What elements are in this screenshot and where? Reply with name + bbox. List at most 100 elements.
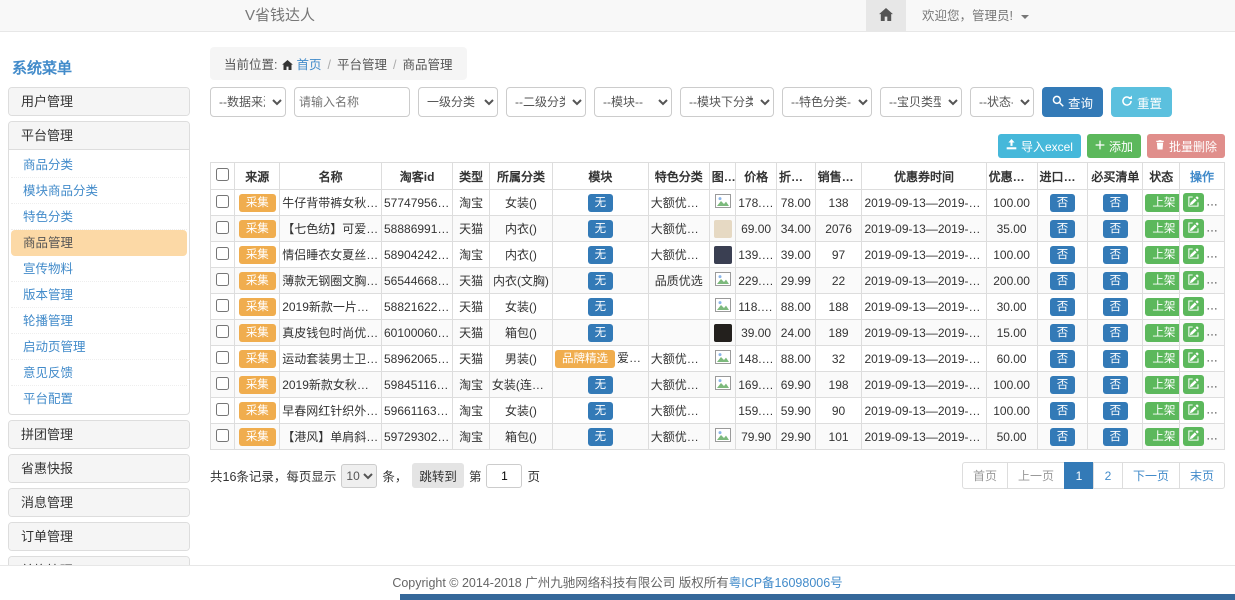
sidebar-item[interactable]: 版本管理 — [11, 282, 187, 308]
no-toggle-badge[interactable]: 否 — [1050, 428, 1076, 446]
name-input[interactable] — [294, 87, 410, 117]
edit-button[interactable] — [1183, 271, 1204, 290]
sidebar-group-header[interactable]: 消息管理 — [9, 489, 189, 516]
breadcrumb-home-link[interactable]: 首页 — [296, 58, 321, 72]
status-badge[interactable]: 上架 — [1145, 298, 1179, 316]
reset-button[interactable]: 重置 — [1111, 87, 1172, 117]
sidebar-item[interactable]: 平台配置 — [11, 386, 187, 412]
no-toggle-badge[interactable]: 否 — [1103, 324, 1129, 342]
status-badge[interactable]: 上架 — [1145, 350, 1179, 368]
row-checkbox[interactable] — [216, 195, 229, 208]
status-badge[interactable]: 上架 — [1145, 376, 1179, 394]
page-button[interactable]: 首页 — [962, 462, 1008, 489]
row-checkbox[interactable] — [216, 377, 229, 390]
sidebar-group-header[interactable]: 平台管理 — [9, 122, 189, 149]
page-button[interactable]: 2 — [1093, 462, 1123, 489]
no-toggle-badge[interactable]: 否 — [1050, 402, 1076, 420]
no-toggle-badge[interactable]: 否 — [1050, 220, 1076, 238]
no-toggle-badge[interactable]: 否 — [1050, 272, 1076, 290]
batch-delete-button[interactable]: 批量删除 — [1147, 134, 1225, 158]
sidebar-item[interactable]: 商品管理 — [11, 230, 187, 256]
column-header: 必买清单 — [1088, 163, 1143, 190]
no-toggle-badge[interactable]: 否 — [1103, 220, 1129, 238]
home-button[interactable] — [866, 0, 906, 32]
operations-cell — [1180, 190, 1225, 216]
page-button[interactable]: 下一页 — [1122, 462, 1180, 489]
no-toggle-badge[interactable]: 否 — [1050, 194, 1076, 212]
no-toggle-badge[interactable]: 否 — [1103, 298, 1129, 316]
status-badge[interactable]: 上架 — [1145, 194, 1179, 212]
module-subcategory-select[interactable]: --模块下分类-- — [680, 87, 774, 117]
no-toggle-badge[interactable]: 否 — [1103, 272, 1129, 290]
level1-category-select[interactable]: 一级分类 — [418, 87, 498, 117]
edit-button[interactable] — [1183, 297, 1204, 316]
feature-category-select[interactable]: --特色分类-- — [782, 87, 872, 117]
icp-link[interactable]: 粤ICP备16098006号 — [729, 576, 843, 590]
status-badge[interactable]: 上架 — [1145, 272, 1179, 290]
sidebar-item[interactable]: 宣传物料 — [11, 256, 187, 282]
no-toggle-badge[interactable]: 否 — [1050, 298, 1076, 316]
status-badge[interactable]: 上架 — [1145, 246, 1179, 264]
edit-button[interactable] — [1183, 375, 1204, 394]
page-size-select[interactable]: 10 — [341, 464, 377, 488]
no-toggle-badge[interactable]: 否 — [1103, 350, 1129, 368]
sidebar-item[interactable]: 意见反馈 — [11, 360, 187, 386]
module-select[interactable]: --模块-- — [594, 87, 672, 117]
sidebar-group-header[interactable]: 省惠快报 — [9, 455, 189, 482]
source-cell: 采集 — [235, 294, 280, 320]
no-toggle-badge[interactable]: 否 — [1103, 194, 1129, 212]
user-menu[interactable]: 欢迎您，管理员! — [922, 0, 1029, 32]
no-toggle-badge[interactable]: 否 — [1103, 246, 1129, 264]
icon-cell — [709, 346, 735, 372]
row-checkbox[interactable] — [216, 403, 229, 416]
no-toggle-badge[interactable]: 否 — [1050, 376, 1076, 394]
sidebar-item[interactable]: 商品分类 — [11, 152, 187, 178]
row-checkbox[interactable] — [216, 221, 229, 234]
item-type-select[interactable]: --宝贝类型-- — [880, 87, 962, 117]
no-toggle-badge[interactable]: 否 — [1103, 428, 1129, 446]
edit-button[interactable] — [1183, 349, 1204, 368]
select-all-checkbox[interactable] — [216, 168, 229, 181]
sidebar-item[interactable]: 模块商品分类 — [11, 178, 187, 204]
jump-page-input[interactable] — [486, 464, 522, 488]
edit-button[interactable] — [1183, 323, 1204, 342]
sidebar-item[interactable]: 特色分类 — [11, 204, 187, 230]
page-button[interactable]: 1 — [1064, 462, 1094, 489]
no-toggle-badge[interactable]: 否 — [1103, 376, 1129, 394]
edit-button[interactable] — [1183, 401, 1204, 420]
sidebar-group-header[interactable]: 订单管理 — [9, 523, 189, 550]
level2-category-select[interactable]: --二级分类-- — [506, 87, 586, 117]
status-select[interactable]: --状态-- — [970, 87, 1034, 117]
row-checkbox[interactable] — [216, 299, 229, 312]
row-checkbox[interactable] — [216, 247, 229, 260]
sidebar-item[interactable]: 轮播管理 — [11, 308, 187, 334]
status-badge[interactable]: 上架 — [1145, 402, 1179, 420]
page-button[interactable]: 末页 — [1179, 462, 1225, 489]
row-checkbox[interactable] — [216, 351, 229, 364]
jump-to-button[interactable]: 跳转到 — [412, 463, 464, 488]
row-checkbox[interactable] — [216, 273, 229, 286]
edit-button[interactable] — [1183, 193, 1204, 212]
edit-icon — [1188, 273, 1199, 288]
no-toggle-badge[interactable]: 否 — [1050, 350, 1076, 368]
status-badge[interactable]: 上架 — [1145, 428, 1179, 446]
edit-button[interactable] — [1183, 245, 1204, 264]
edit-button[interactable] — [1183, 427, 1204, 446]
page-button[interactable]: 上一页 — [1007, 462, 1065, 489]
search-button[interactable]: 查询 — [1042, 87, 1103, 117]
sidebar-group-header[interactable]: 拼团管理 — [9, 421, 189, 448]
no-toggle-badge[interactable]: 否 — [1103, 402, 1129, 420]
add-button[interactable]: 添加 — [1087, 134, 1141, 158]
status-badge[interactable]: 上架 — [1145, 324, 1179, 342]
coupon-time-cell: 2019-09-13—2019-09-17 — [862, 398, 986, 424]
sidebar-item[interactable]: 启动页管理 — [11, 334, 187, 360]
import-excel-button[interactable]: 导入excel — [998, 134, 1081, 158]
edit-button[interactable] — [1183, 219, 1204, 238]
row-checkbox[interactable] — [216, 325, 229, 338]
status-badge[interactable]: 上架 — [1145, 220, 1179, 238]
data-source-select[interactable]: --数据来源-- — [210, 87, 286, 117]
no-toggle-badge[interactable]: 否 — [1050, 324, 1076, 342]
sidebar-group-header[interactable]: 用户管理 — [9, 88, 189, 115]
row-checkbox[interactable] — [216, 429, 229, 442]
no-toggle-badge[interactable]: 否 — [1050, 246, 1076, 264]
